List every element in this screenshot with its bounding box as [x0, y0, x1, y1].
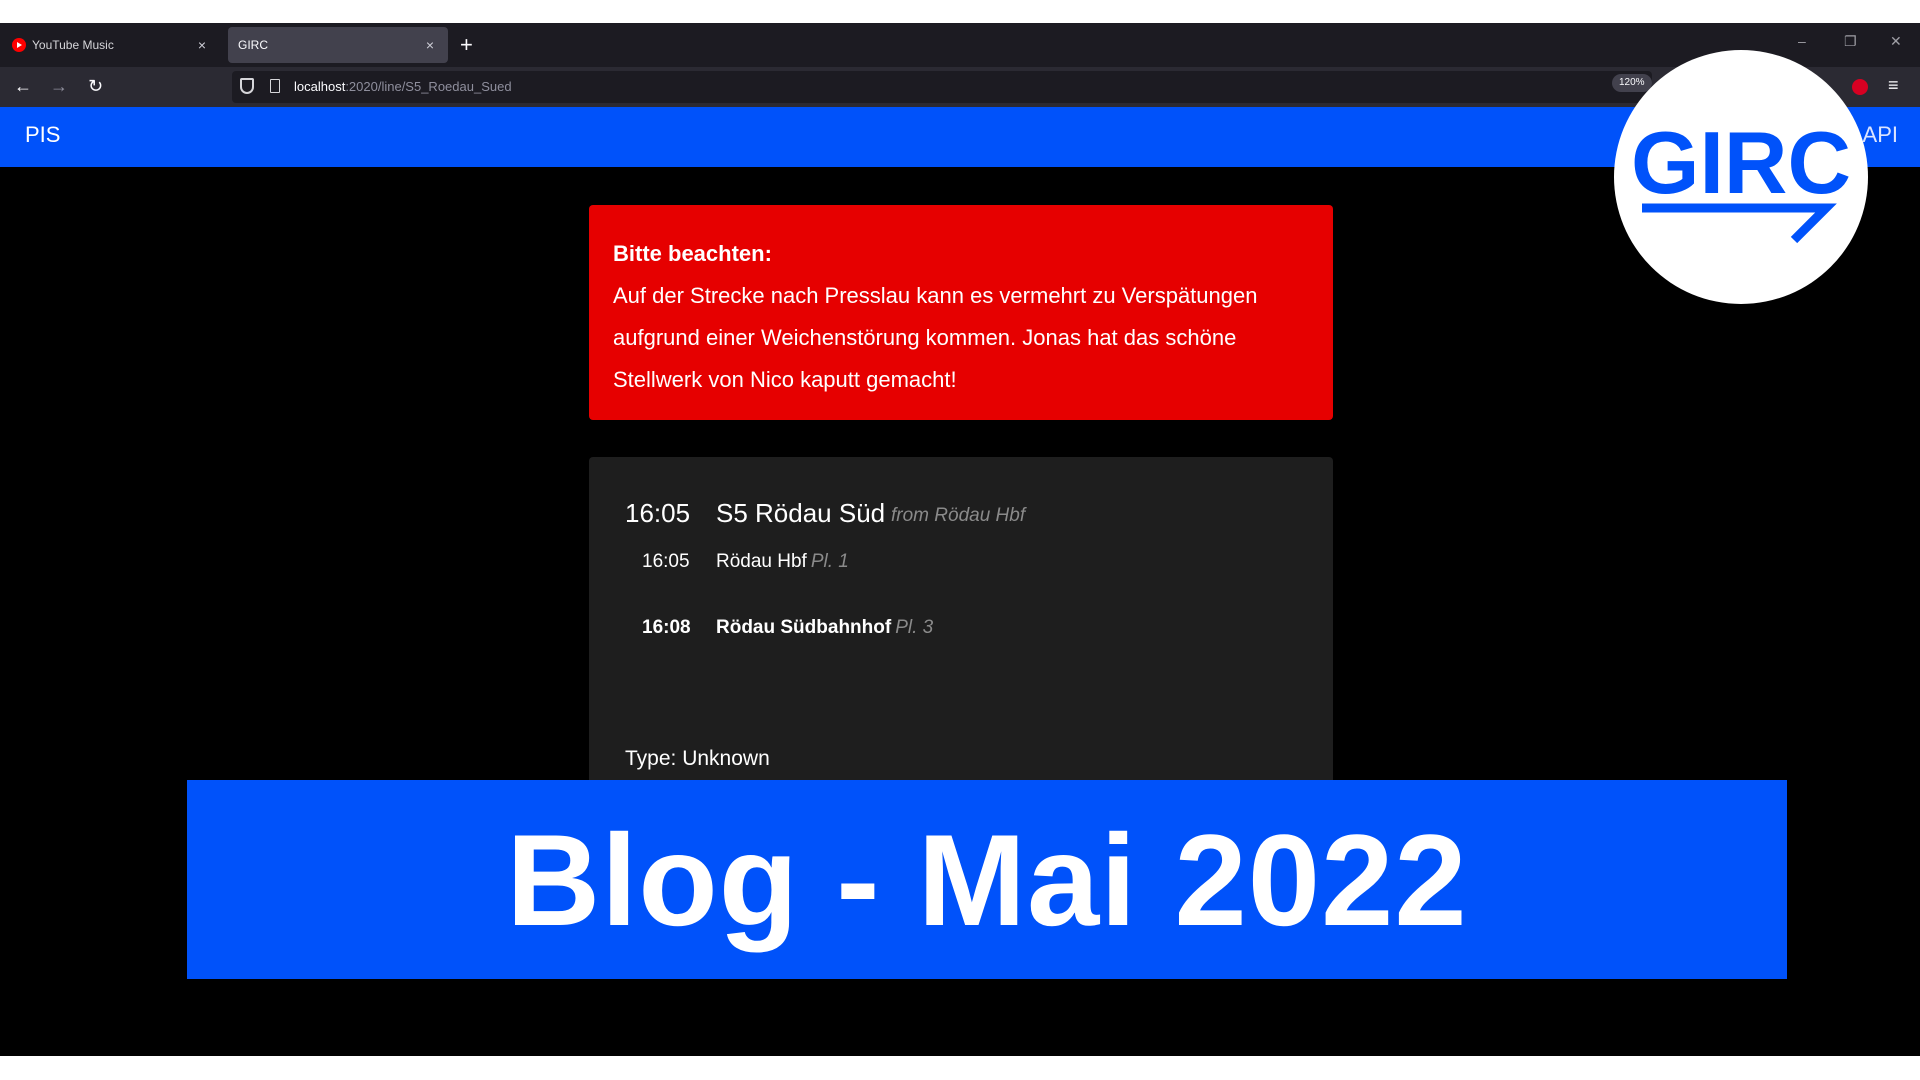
- url-text[interactable]: localhost:2020/line/S5_Roedau_Sued: [294, 79, 512, 94]
- reload-button[interactable]: ↻: [88, 75, 103, 97]
- trip-type: Type: Unknown: [625, 747, 770, 770]
- page-info-icon[interactable]: [270, 79, 280, 93]
- trip-origin: from Rödau Hbf: [891, 505, 1026, 526]
- trip-card: 16:05 S5 Rödau Süd from Rödau Hbf 16:05 …: [589, 457, 1333, 787]
- tab-girc[interactable]: GIRC ×: [228, 27, 448, 63]
- youtube-music-icon: [12, 38, 26, 52]
- brand-link[interactable]: PIS: [25, 122, 60, 148]
- url-path: :2020/line/S5_Roedau_Sued: [345, 79, 512, 94]
- menu-icon[interactable]: ≡: [1888, 75, 1899, 96]
- trip-line-name: S5 Rödau Süd: [716, 498, 886, 528]
- logo-text: GIRC: [1631, 113, 1851, 212]
- stop-name: Rödau Südbahnhof Pl. 3: [716, 617, 933, 639]
- url-host: localhost: [294, 79, 346, 94]
- minimize-button[interactable]: –: [1798, 33, 1806, 49]
- stop-name: Rödau Hbf Pl. 1: [716, 551, 849, 573]
- url-bar[interactable]: localhost:2020/line/S5_Roedau_Sued: [232, 71, 1652, 103]
- trip-departure-time: 16:05: [625, 498, 691, 528]
- tab-youtube-music[interactable]: YouTube Music ×: [2, 27, 220, 63]
- stop-platform: Pl. 1: [810, 551, 849, 572]
- alert-title: Bitte beachten:: [613, 241, 772, 266]
- notice-alert: Bitte beachten: Auf der Strecke nach Pre…: [589, 205, 1333, 420]
- tracking-protection-shield-icon[interactable]: [240, 78, 254, 94]
- tab-label: GIRC: [238, 38, 268, 52]
- banner-title: Blog - Mai 2022: [506, 806, 1468, 953]
- new-tab-button[interactable]: +: [460, 31, 473, 59]
- tab-label: YouTube Music: [32, 38, 114, 52]
- tab-close-icon[interactable]: ×: [194, 37, 210, 53]
- stop-time: 16:08: [642, 617, 691, 638]
- stop-name-text: Rödau Hbf: [716, 551, 807, 572]
- stop-time: 16:05: [642, 551, 690, 572]
- girc-logo-graphic: GIRC: [1631, 113, 1851, 244]
- tab-close-icon[interactable]: ×: [422, 37, 438, 53]
- stop-name-text: Rödau Südbahnhof: [716, 617, 892, 638]
- forward-button[interactable]: →: [50, 75, 68, 97]
- restore-button[interactable]: ❐: [1844, 33, 1857, 50]
- stop-platform: Pl. 3: [895, 617, 934, 638]
- back-button[interactable]: ←: [14, 75, 32, 97]
- girc-logo: GIRC: [1614, 50, 1868, 304]
- blog-banner: Blog - Mai 2022: [187, 780, 1787, 979]
- logo-arrow-icon: [1642, 203, 1837, 244]
- alert-body: Auf der Strecke nach Presslau kann es ve…: [613, 283, 1258, 392]
- close-window-button[interactable]: ✕: [1890, 33, 1902, 50]
